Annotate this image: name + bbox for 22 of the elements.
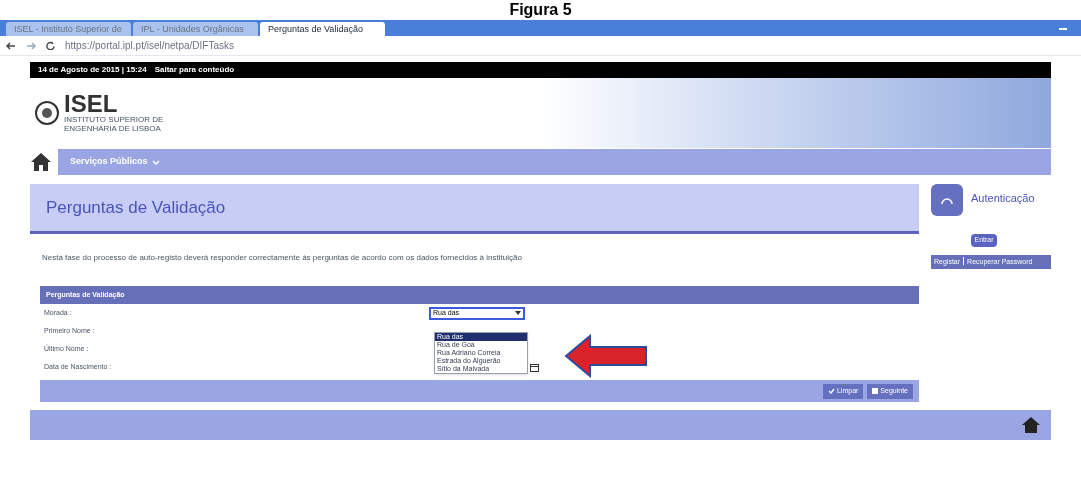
logo-emblem-icon [34,100,60,126]
home-icon[interactable] [30,152,52,172]
logo-text: ISEL [64,93,119,115]
browser-tab[interactable]: ISEL - Instituto Superior de [6,22,131,36]
browser-tab[interactable]: Perguntas de Validação [260,22,385,36]
back-icon[interactable] [6,41,16,50]
reload-icon[interactable] [46,41,55,50]
calendar-icon[interactable] [530,362,539,372]
square-icon [872,388,879,394]
sidebar-title: Autenticação [971,191,1035,206]
browser-tab[interactable]: IPL - Unidades Orgânicas [133,22,258,36]
house-icon [1021,416,1041,434]
skip-link[interactable]: Saltar para conteúdo [154,64,235,76]
check-icon [827,388,835,394]
chevron-down-icon [151,159,160,165]
date-time: 14 de Agosto de 2015 | 15:24 [38,64,147,76]
figure-caption: Figura 5 [509,0,572,20]
intro-text: Nesta fase do processo de auto-registo deverá responder correctamente às perguntas de acordo com os dados fornecidos à instituição [41,252,523,264]
caret-icon [515,311,521,315]
page-title: Perguntas de Validação [46,196,226,219]
address-field[interactable]: https://portal.ipl.pt/isel/netpa/DIFTasks [65,38,234,53]
logo-subtitle: INSTITUTO SUPERIOR DE ENGENHARIA DE LISBOA [64,115,165,133]
